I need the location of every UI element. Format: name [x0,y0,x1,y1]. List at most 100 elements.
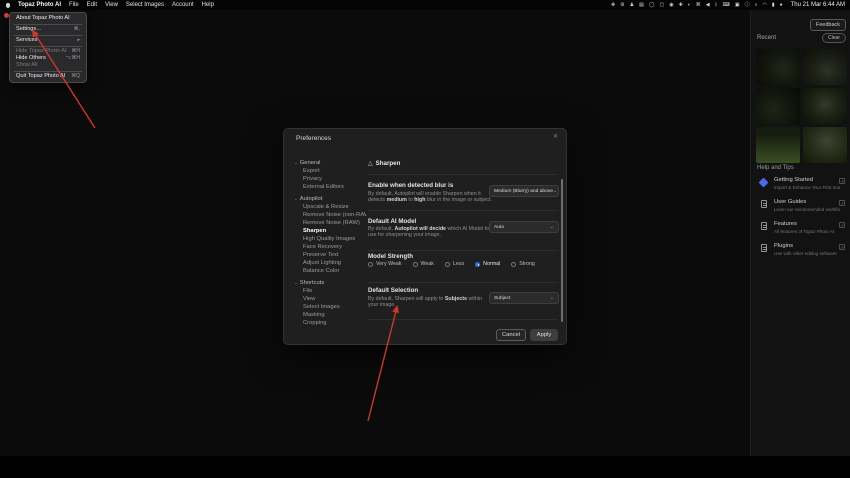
model-strength-radio[interactable]: Very Weak [368,261,402,267]
recent-thumbnails [756,49,847,163]
preferences-sidebar-item[interactable]: ⌄Select Images [294,303,366,311]
recent-thumbnail[interactable] [756,88,800,124]
app-menu: About Topaz Photo AI Settings... ⌘, Servi… [9,12,87,83]
keyboard-icon[interactable]: ⌨ [723,0,730,10]
preferences-sidebar-item[interactable]: ⌄Balance Color [294,267,366,275]
dialog-title: Preferences [296,135,332,142]
preferences-sidebar-item[interactable]: ⌄ Shortcuts [294,279,366,287]
menu-item-settings[interactable]: Settings... ⌘, [10,26,86,33]
preferences-sidebar-item[interactable]: ⌄Sharpen [294,227,366,235]
getting-started-icon [758,177,769,188]
menu-item-hide-app[interactable]: Hide Topaz Photo AI ⌘H [10,48,86,55]
menubar-app-name[interactable]: Topaz Photo AI [18,2,61,8]
menu-item-show-all[interactable]: Show All [10,62,86,69]
menubar-item[interactable]: File [69,2,79,8]
document-icon [761,200,767,208]
radio-icon [368,261,373,267]
recent-thumbnail[interactable] [803,88,847,124]
preferences-sidebar-item[interactable]: ⌄Preserve Text [294,251,366,259]
info-icon[interactable]: ⓘ [745,0,750,10]
preferences-sidebar: ⌄General⌄Export⌄Privacy⌄External Editors… [294,155,366,327]
chevron-down-icon: ⌄ [549,224,554,230]
recent-thumbnail[interactable] [803,49,847,85]
recent-thumbnail[interactable] [756,127,800,163]
dialog-scrollbar[interactable] [561,179,563,322]
cancel-button[interactable]: Cancel [496,329,526,341]
menu-separator [14,45,82,47]
chevron-down-icon: ⌄ [549,295,554,301]
preferences-sidebar-item[interactable]: ⌄File [294,287,366,295]
enable-blur-title: Enable when detected blur is [368,182,454,189]
plus-icon[interactable]: ✚ [679,0,683,10]
preferences-sidebar-item[interactable]: ⌄Export [294,167,366,175]
bell-icon[interactable]: ◉ [669,0,673,10]
menu-item-hide-others[interactable]: Hide Others ⌥⌘H [10,55,86,62]
badge-icon[interactable]: ✥ [611,0,615,10]
preferences-content: △ Sharpen Enable when detected blur is By… [368,129,560,346]
recent-thumbnail[interactable] [803,127,847,163]
model-strength-radio[interactable]: Normal [475,261,500,267]
menu-item-quit[interactable]: Quit Topaz Photo AI ⌘Q [10,73,86,80]
menubar-clock[interactable]: Thu 21 Mar 6:44 AM [788,2,845,8]
screen: Topaz Photo AI File Edit View Select Images… [0,0,850,478]
recent-thumbnail[interactable] [756,49,800,85]
clear-recent-button[interactable]: Clear [822,33,846,43]
menu-item-services[interactable]: Services ▸ [10,37,86,44]
default-selection-title: Default Selection [368,287,419,294]
divider [368,250,558,251]
menubar-item[interactable]: Account [172,2,194,8]
preferences-sidebar-item[interactable]: ⌄Masking [294,311,366,319]
document-icon [761,222,767,230]
help-row-getting-started[interactable]: Getting Started Import & Enhance Your Fi… [756,175,847,193]
selection-dropdown[interactable]: Subject ⌄ [489,292,559,304]
preferences-sidebar-item[interactable]: ⌄Privacy [294,175,366,183]
preferences-sidebar-item[interactable]: ⌄Adjust Lighting [294,259,366,267]
command-icon[interactable]: ⌘ [696,0,701,10]
model-strength-radio[interactable]: Less [444,261,464,267]
window-icon[interactable]: ▣ [735,0,740,10]
volume-icon[interactable]: ◀ [706,0,710,10]
user-icon[interactable]: ♟ [630,0,634,10]
display-icon[interactable]: ▢ [659,0,664,10]
menubar-item[interactable]: Help [202,2,214,8]
radio-icon [475,261,481,267]
globe-icon[interactable]: ◐ [688,0,691,10]
preferences-sidebar-item[interactable]: ⌄Upscale & Resize [294,203,366,211]
preferences-sidebar-item[interactable]: ⌄Face Recovery [294,243,366,251]
menubar-item[interactable]: View [105,2,118,8]
menubar-item[interactable]: Edit [87,2,97,8]
model-strength-radio[interactable]: Strong [511,261,535,267]
preferences-sidebar-item[interactable]: ⌄ Autopilot [294,195,366,203]
apply-button[interactable]: Apply [530,329,558,341]
circle-icon[interactable]: ◯ [649,0,655,10]
apple-icon[interactable] [6,2,10,8]
preferences-sidebar-item[interactable]: ⌄View [294,295,366,303]
preferences-sidebar-item[interactable]: ⌄Cropping [294,319,366,327]
wifi-icon[interactable]: ◠ [762,0,766,10]
submenu-arrow-icon: ▸ [77,37,80,43]
preferences-sidebar-item[interactable]: ⌄Remove Noise (RAW) [294,219,366,227]
menu-item-about[interactable]: About Topaz Photo AI [10,15,86,22]
recent-heading: Recent [757,35,777,41]
preferences-sidebar-item[interactable]: ⌄Remove Noise (non-RAW) [294,211,366,219]
preferences-sidebar-item[interactable]: ⌄ General [294,159,366,167]
help-row-plugins[interactable]: Plugins Use with other editing software … [756,241,847,259]
chevron-down-icon: ⌄ [294,160,298,165]
ai-model-dropdown[interactable]: Auto ⌄ [489,221,559,233]
search-icon[interactable]: ⌕ [755,0,758,10]
help-row-features[interactable]: Features All features of Topaz Photo AI … [756,219,847,237]
battery-icon[interactable]: ▮ [772,0,775,10]
help-row-user-guides[interactable]: User Guides Learn our recommended workfl… [756,197,847,215]
record-icon[interactable]: ● [780,0,783,10]
blur-level-dropdown[interactable]: Medium (Blurry) and above ⌄ [489,185,559,197]
preferences-sidebar-item[interactable]: ⌄High Quality Images [294,235,366,243]
feedback-button[interactable]: Feedback [809,19,846,31]
menu-separator [14,70,82,72]
bluetooth-icon[interactable]: ᛒ [715,0,718,10]
printer-icon[interactable]: ▤ [639,0,644,10]
external-link-icon: ↗ [839,178,845,184]
gear-icon[interactable]: ⚙ [620,0,624,10]
model-strength-radio[interactable]: Weak [412,261,434,267]
preferences-sidebar-item[interactable]: ⌄External Editors [294,183,366,191]
menubar-item[interactable]: Select Images [126,2,164,8]
